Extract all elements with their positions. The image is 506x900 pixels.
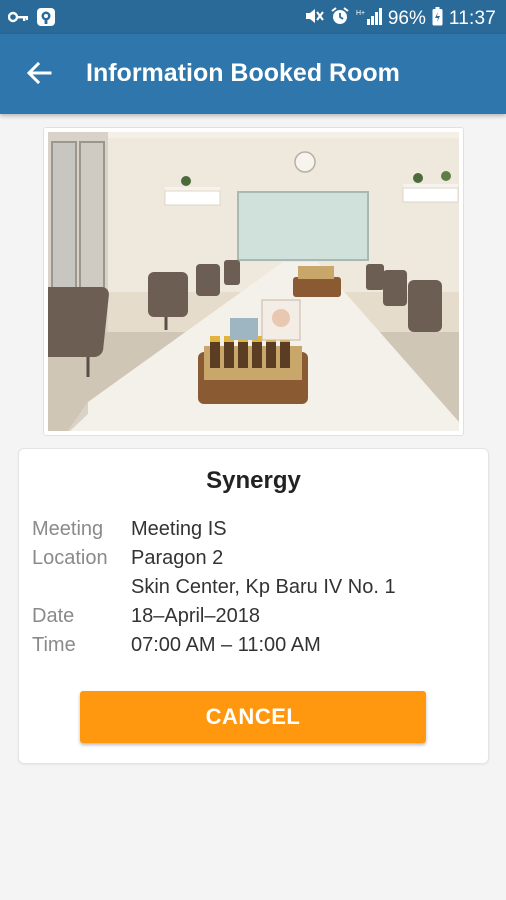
app-bar: Information Booked Room <box>0 34 506 114</box>
room-photo-frame <box>43 127 464 436</box>
location-row-2: Skin Center, Kp Baru IV No. 1 <box>32 573 472 602</box>
svg-text:H+: H+ <box>356 10 365 17</box>
time-row: Time 07:00 AM – 11:00 AM <box>32 631 472 660</box>
status-bar: H+ 96% 11:37 <box>0 0 506 34</box>
date-value: 18–April–2018 <box>131 605 260 627</box>
location-line1: Paragon 2 <box>131 547 224 569</box>
vpn-icon <box>36 7 56 32</box>
cancel-button[interactable]: CANCEL <box>80 691 426 743</box>
page-title: Information Booked Room <box>86 59 400 87</box>
meeting-label: Meeting <box>32 518 104 540</box>
time-label: Time <box>32 634 76 656</box>
date-row: Date 18–April–2018 <box>32 602 472 631</box>
meeting-value: Meeting IS <box>131 518 227 540</box>
mute-icon <box>304 7 324 31</box>
location-line2: Skin Center, Kp Baru IV No. 1 <box>131 576 396 598</box>
battery-percent: 96% <box>387 8 426 29</box>
booking-card: Synergy Meeting Meeting IS Location Para… <box>18 448 489 764</box>
room-name: Synergy <box>206 467 301 494</box>
signal-icon: H+ <box>356 7 382 31</box>
location-label: Location <box>32 547 108 569</box>
battery-icon <box>432 6 443 32</box>
date-label: Date <box>32 605 75 627</box>
location-row: Location Paragon 2 <box>32 544 472 573</box>
alarm-icon <box>330 6 350 32</box>
time-value: 07:00 AM – 11:00 AM <box>131 634 321 656</box>
room-photo <box>48 132 459 431</box>
clock: 11:37 <box>448 8 496 29</box>
location-label-spacer <box>32 573 131 602</box>
booking-details: Meeting Meeting IS Location Paragon 2 Sk… <box>32 515 472 660</box>
arrow-left-icon <box>26 61 52 90</box>
meeting-row: Meeting Meeting IS <box>32 515 472 544</box>
back-button[interactable] <box>22 58 56 92</box>
key-icon <box>7 10 28 29</box>
